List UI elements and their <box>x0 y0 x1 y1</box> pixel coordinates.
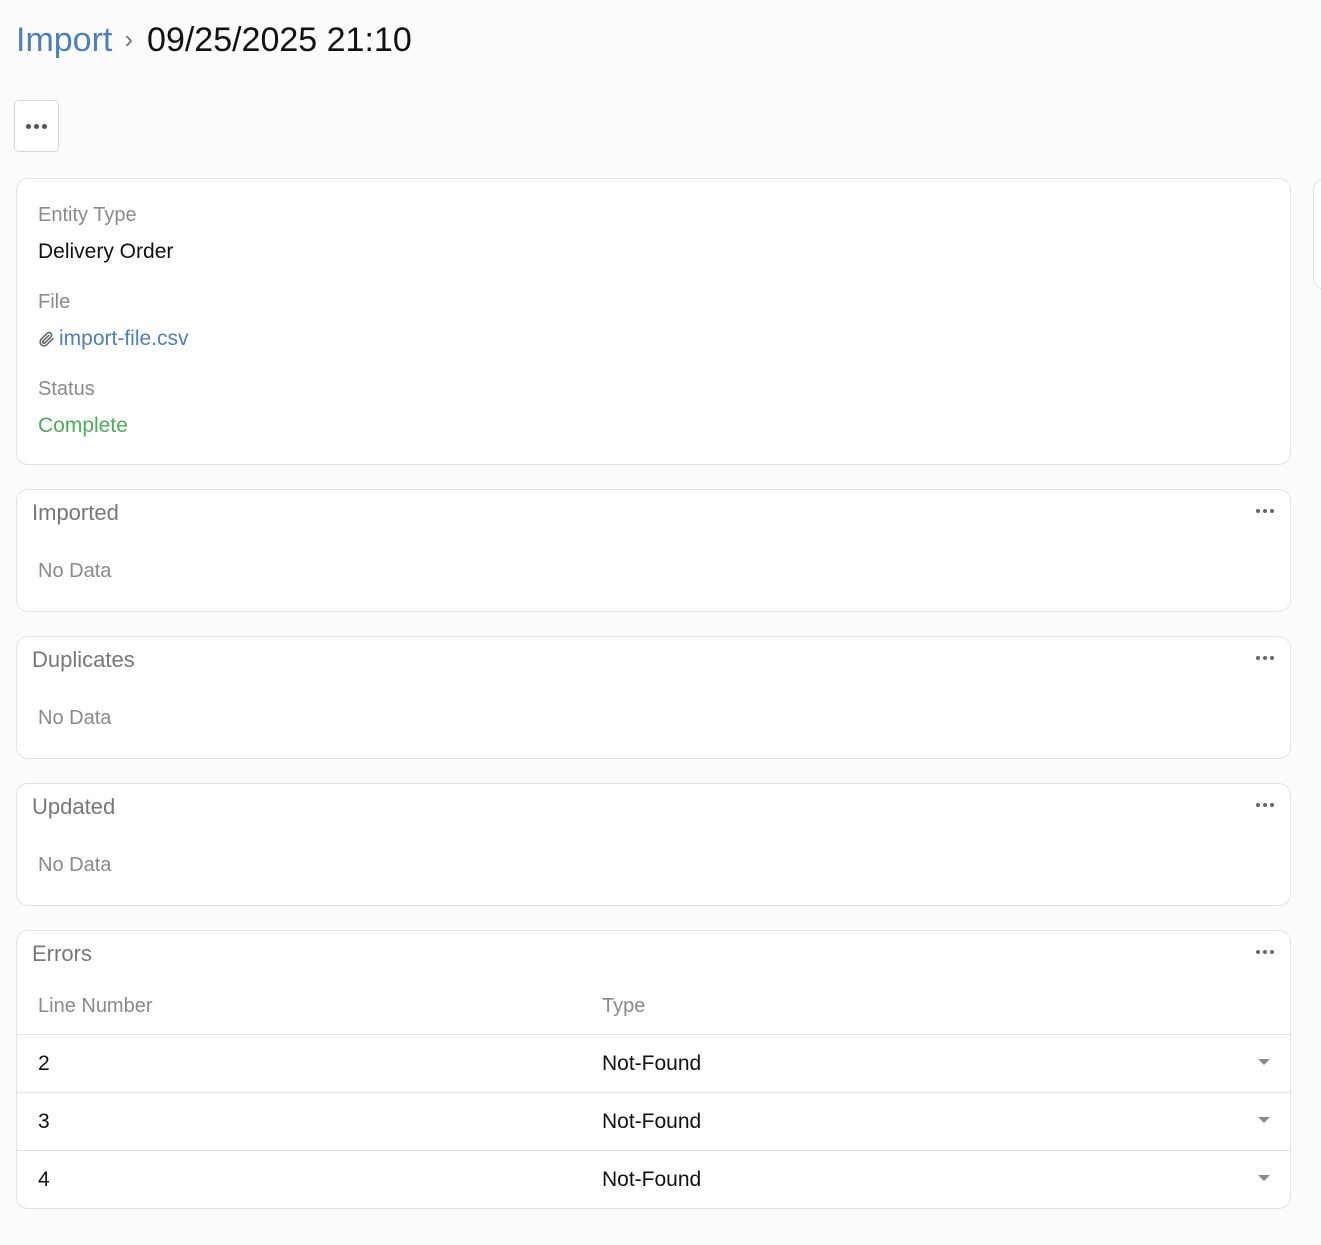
column-header-type: Type <box>602 995 646 1017</box>
updated-panel-title: Updated <box>32 794 116 819</box>
caret-down-icon[interactable] <box>1258 1059 1270 1065</box>
duplicates-panel-menu-button[interactable] <box>1254 651 1276 665</box>
file-link[interactable]: import-file.csv <box>38 327 189 351</box>
import-detail-page: Import › 09/25/2025 21:10 Entity Type De… <box>0 0 1321 1245</box>
updated-empty-text: No Data <box>38 854 112 876</box>
column-header-line-number: Line Number <box>38 995 153 1017</box>
actions-menu-button[interactable] <box>14 100 59 152</box>
updated-panel: Updated No Data <box>16 783 1291 906</box>
side-panel-edge <box>1313 178 1321 290</box>
type-cell: Not-Found <box>602 1052 702 1075</box>
page-title: 09/25/2025 21:10 <box>147 20 412 59</box>
errors-panel: Errors Line Number Type 2 Not-Found 3 No… <box>16 930 1291 1209</box>
imported-empty-text: No Data <box>38 560 112 582</box>
status-value: Complete <box>38 414 128 437</box>
breadcrumb-separator: › <box>124 23 134 54</box>
status-label: Status <box>38 378 95 400</box>
entity-type-label: Entity Type <box>38 204 137 226</box>
table-row[interactable]: 4 Not-Found <box>17 1150 1290 1208</box>
type-cell: Not-Found <box>602 1110 702 1133</box>
type-cell: Not-Found <box>602 1168 702 1191</box>
imported-panel: Imported No Data <box>16 489 1291 612</box>
file-name[interactable]: import-file.csv <box>59 327 189 351</box>
imported-panel-title: Imported <box>32 500 119 525</box>
imported-panel-menu-button[interactable] <box>1254 504 1276 518</box>
caret-down-icon[interactable] <box>1258 1175 1270 1181</box>
duplicates-empty-text: No Data <box>38 707 112 729</box>
table-row[interactable]: 2 Not-Found <box>17 1034 1290 1092</box>
breadcrumb-import-link[interactable]: Import <box>16 21 112 60</box>
more-horizontal-icon <box>1256 509 1274 513</box>
line-number-cell: 3 <box>38 1110 50 1133</box>
duplicates-panel: Duplicates No Data <box>16 636 1291 759</box>
file-label: File <box>38 291 71 313</box>
more-horizontal-icon <box>1256 803 1274 807</box>
more-horizontal-icon <box>1256 656 1274 660</box>
paperclip-icon <box>39 331 54 347</box>
table-row[interactable]: 3 Not-Found <box>17 1092 1290 1150</box>
more-horizontal-icon <box>1256 950 1274 954</box>
errors-panel-title: Errors <box>32 941 92 966</box>
details-card: Entity Type Delivery Order File import-f… <box>16 178 1291 465</box>
caret-down-icon[interactable] <box>1258 1117 1270 1123</box>
more-horizontal-icon <box>26 123 47 129</box>
line-number-cell: 4 <box>38 1168 50 1191</box>
errors-panel-menu-button[interactable] <box>1254 945 1276 959</box>
updated-panel-menu-button[interactable] <box>1254 798 1276 812</box>
line-number-cell: 2 <box>38 1052 50 1075</box>
duplicates-panel-title: Duplicates <box>32 647 135 672</box>
entity-type-value: Delivery Order <box>38 240 174 263</box>
breadcrumb: Import › 09/25/2025 21:10 <box>16 18 412 62</box>
